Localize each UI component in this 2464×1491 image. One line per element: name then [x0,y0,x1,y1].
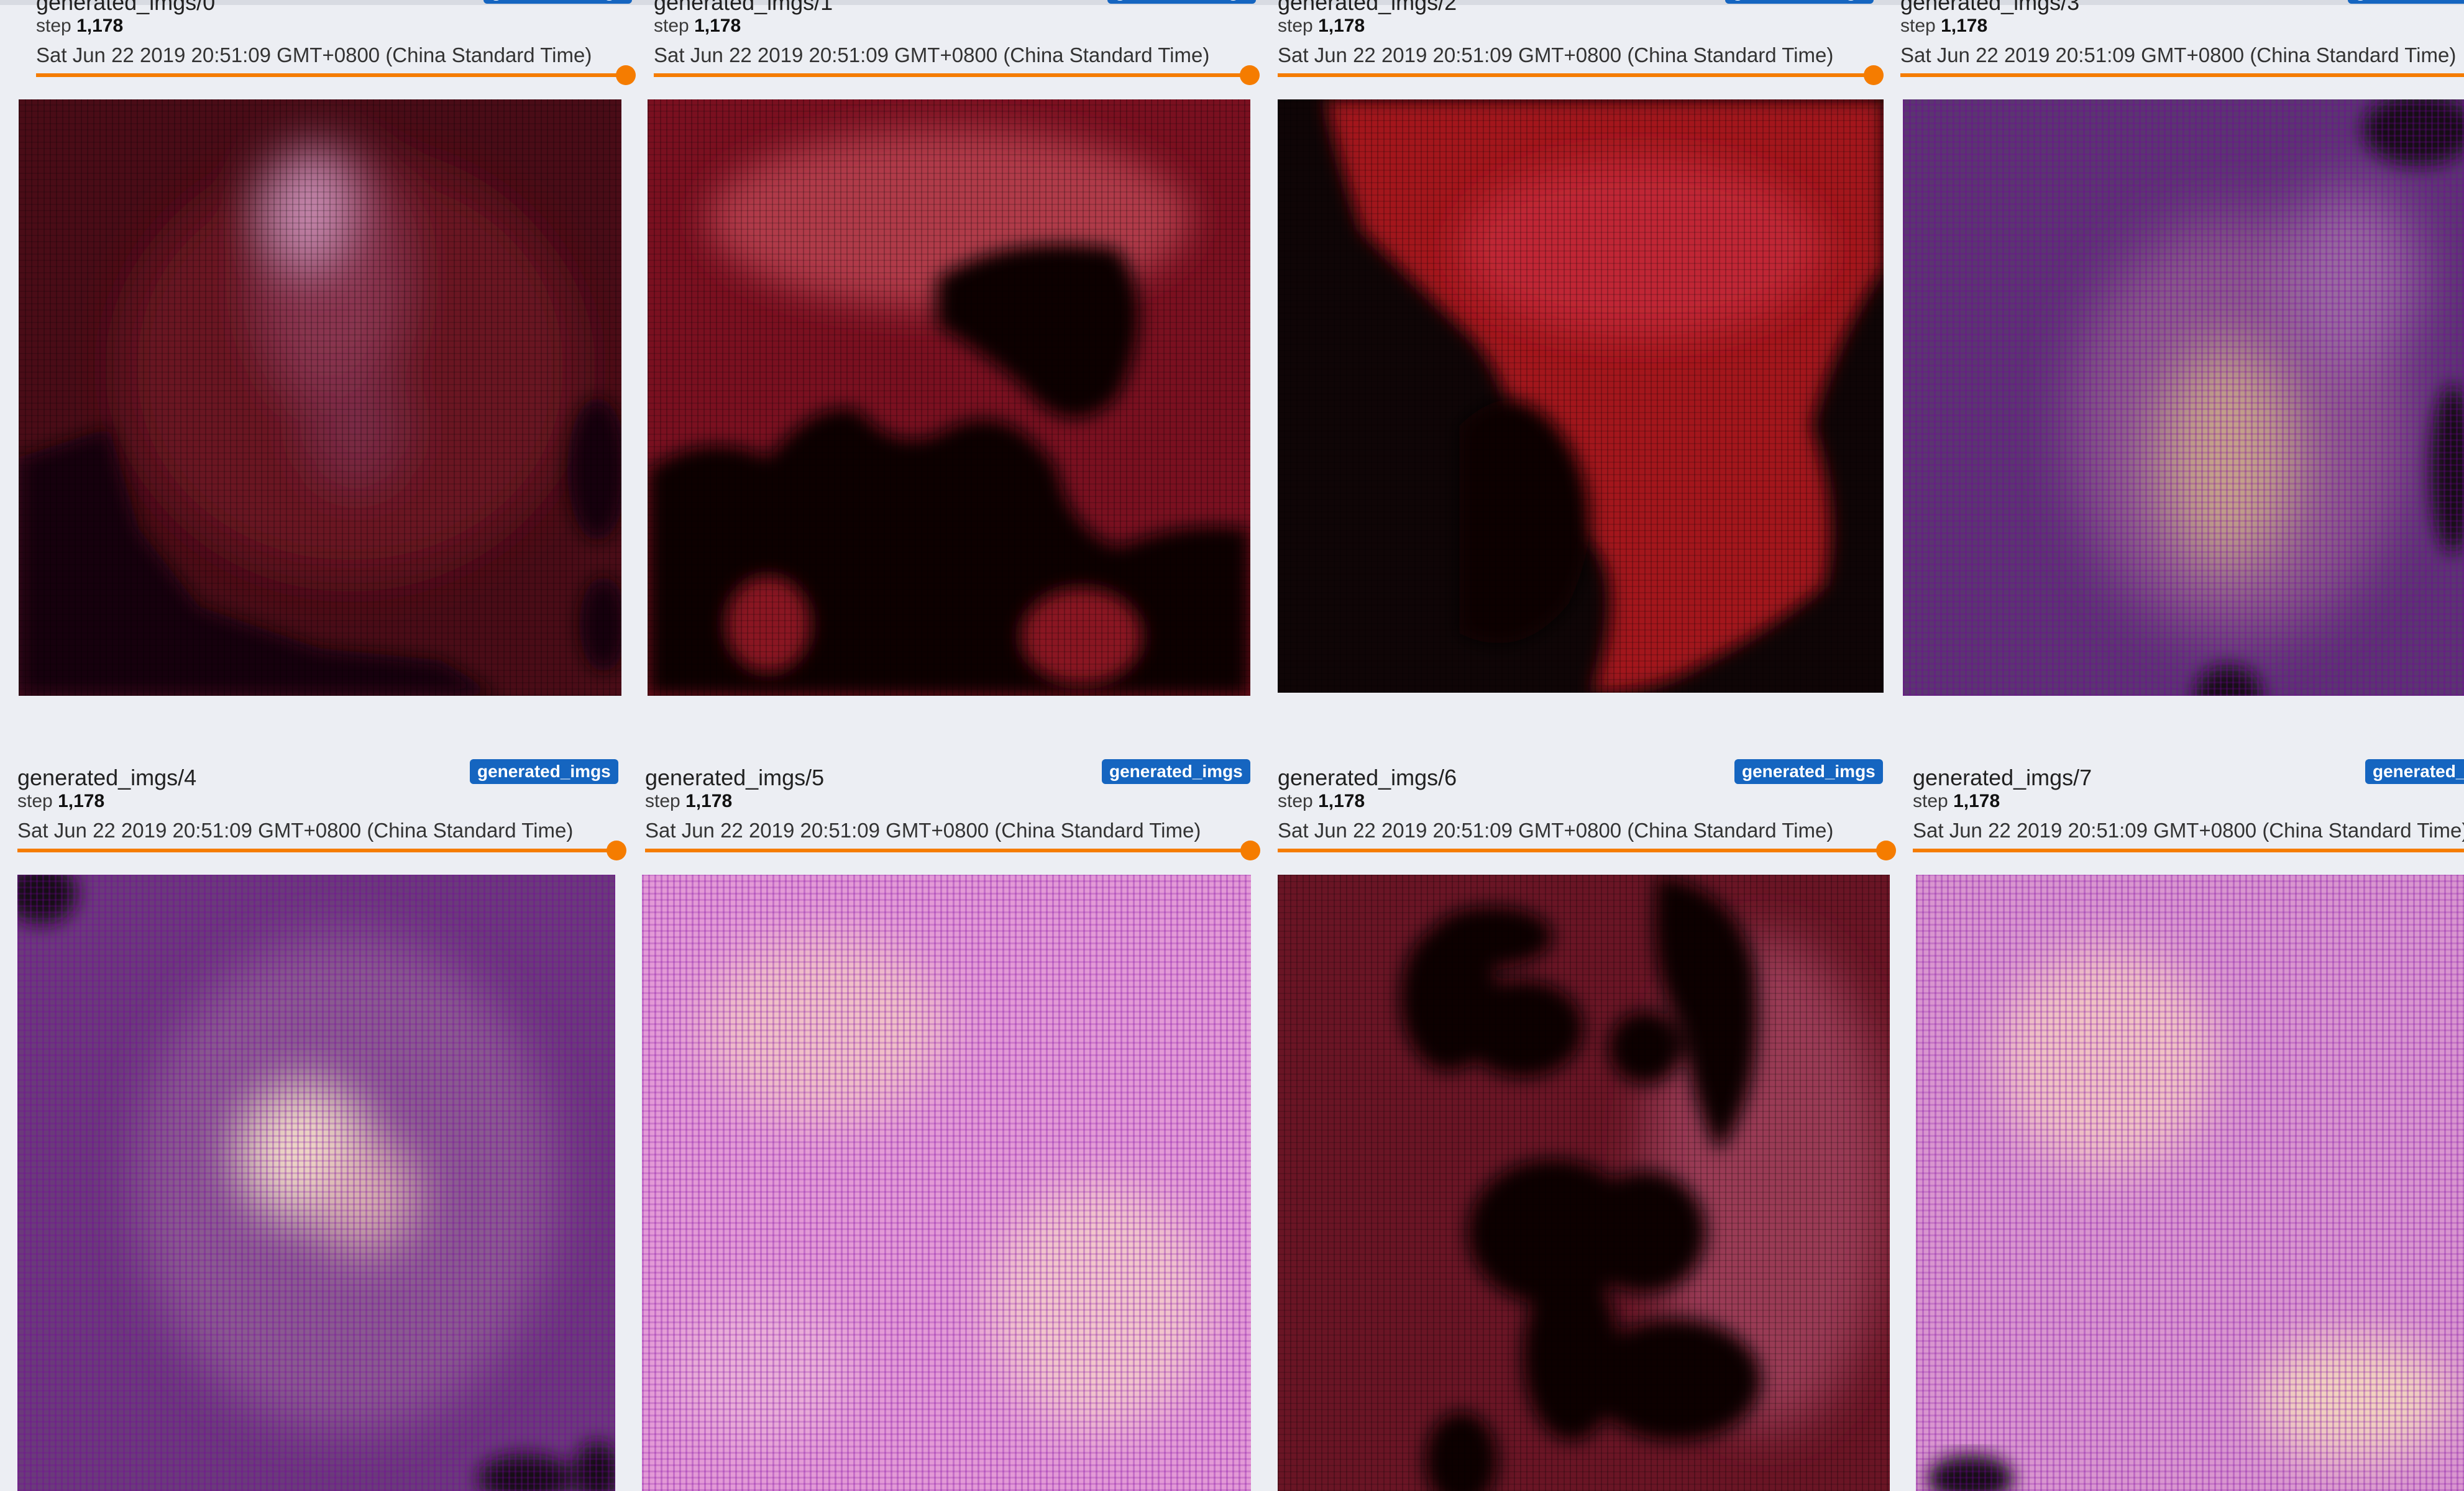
card-step: step 1,178 [17,791,105,811]
slider-thumb[interactable] [1864,65,1884,85]
card-timestamp: Sat Jun 22 2019 20:51:09 GMT+0800 (China… [36,43,592,66]
slider-thumb[interactable] [616,65,636,85]
image-content [17,875,615,1491]
step-slider[interactable] [1278,841,1896,860]
generated-image-1[interactable] [648,99,1250,696]
image-content [19,99,621,696]
slider-thumb[interactable] [607,841,626,860]
step-slider[interactable] [1900,73,2464,77]
image-content [648,99,1250,696]
card-title: generated_imgs/0 [36,0,216,15]
generated-image-0[interactable] [19,99,621,696]
step-value: 1,178 [1318,791,1365,811]
card-title: generated_imgs/4 [17,765,197,790]
card-step: step 1,178 [1278,791,1365,811]
run-badge[interactable]: generated_imgs [470,759,618,784]
run-badge[interactable]: generated_imgs [1734,759,1883,784]
card-timestamp: Sat Jun 22 2019 20:51:09 GMT+0800 (China… [1913,819,2464,842]
card-step: step 1,178 [1913,791,2000,811]
image-content [1916,875,2464,1491]
slider-thumb[interactable] [1876,841,1896,860]
card-title: generated_imgs/3 [1900,0,2080,15]
card-title: generated_imgs/1 [654,0,833,15]
run-badge[interactable]: generated_imgs [1102,759,1250,784]
card-step: step 1,178 [36,16,124,36]
image-content [642,875,1251,1491]
generated-image-2[interactable] [1278,99,1884,693]
step-slider[interactable] [654,65,1260,85]
card-title: generated_imgs/6 [1278,765,1457,790]
card-title: generated_imgs/5 [645,765,825,790]
step-value: 1,178 [1953,791,2000,811]
step-slider[interactable] [1278,65,1884,85]
card-timestamp: Sat Jun 22 2019 20:51:09 GMT+0800 (China… [17,819,574,842]
run-badge[interactable]: generated_imgs [483,0,632,4]
run-badge[interactable]: generated_imgs [2365,759,2464,784]
step-slider[interactable] [17,841,626,860]
slider-thumb[interactable] [1240,65,1260,85]
step-value: 1,178 [1318,16,1365,36]
card-timestamp: Sat Jun 22 2019 20:51:09 GMT+0800 (China… [1278,819,1834,842]
step-slider[interactable] [645,841,1260,860]
generated-image-3[interactable] [1903,99,2464,696]
step-slider[interactable] [36,65,636,85]
run-badge[interactable]: generated_imgs [1107,0,1256,4]
card-step: step 1,178 [1900,16,1988,36]
run-badge[interactable]: generated_imgs [1725,0,1874,4]
card-timestamp: Sat Jun 22 2019 20:51:09 GMT+0800 (China… [654,43,1210,66]
step-value: 1,178 [685,791,733,811]
generated-image-6[interactable] [1278,875,1890,1491]
card-title: generated_imgs/7 [1913,765,2092,790]
generated-image-7[interactable] [1916,875,2464,1491]
card-step: step 1,178 [654,16,741,36]
card-timestamp: Sat Jun 22 2019 20:51:09 GMT+0800 (China… [1278,43,1834,66]
card-timestamp: Sat Jun 22 2019 20:51:09 GMT+0800 (China… [1900,43,2457,66]
image-content [1278,99,1884,693]
card-title: generated_imgs/2 [1278,0,1457,15]
run-badge[interactable]: generated_imgs [2348,0,2464,4]
step-value: 1,178 [694,16,741,36]
step-value: 1,178 [1941,16,1988,36]
card-step: step 1,178 [1278,16,1365,36]
card-step: step 1,178 [645,791,733,811]
step-slider[interactable] [1913,849,2464,852]
card-timestamp: Sat Jun 22 2019 20:51:09 GMT+0800 (China… [645,819,1201,842]
image-content [1903,99,2464,696]
step-value: 1,178 [76,16,124,36]
generated-image-5[interactable] [642,875,1251,1491]
image-content [1278,875,1890,1491]
generated-image-4[interactable] [17,875,615,1491]
step-value: 1,178 [58,791,105,811]
slider-thumb[interactable] [1240,841,1260,860]
